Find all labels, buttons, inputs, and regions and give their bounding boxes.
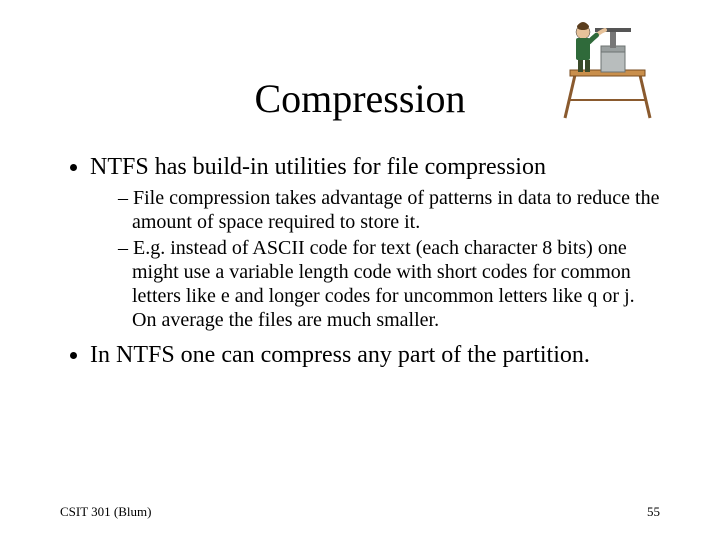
sub-bullet-list: File compression takes advantage of patt… bbox=[90, 186, 660, 332]
slide: Compression NTFS has build-in utilities … bbox=[0, 0, 720, 540]
sub-bullet-item: File compression takes advantage of patt… bbox=[118, 186, 660, 234]
footer-page-number: 55 bbox=[647, 504, 660, 520]
bullet-item: In NTFS one can compress any part of the… bbox=[90, 340, 660, 370]
sub-bullet-item: E.g. instead of ASCII code for text (eac… bbox=[118, 236, 660, 332]
footer-course: CSIT 301 (Blum) bbox=[60, 504, 152, 520]
clipart-compression-icon bbox=[555, 20, 660, 120]
bullet-item: NTFS has build-in utilities for file com… bbox=[90, 152, 660, 332]
bullet-text: NTFS has build-in utilities for file com… bbox=[90, 154, 546, 180]
bullet-list: NTFS has build-in utilities for file com… bbox=[60, 152, 660, 370]
